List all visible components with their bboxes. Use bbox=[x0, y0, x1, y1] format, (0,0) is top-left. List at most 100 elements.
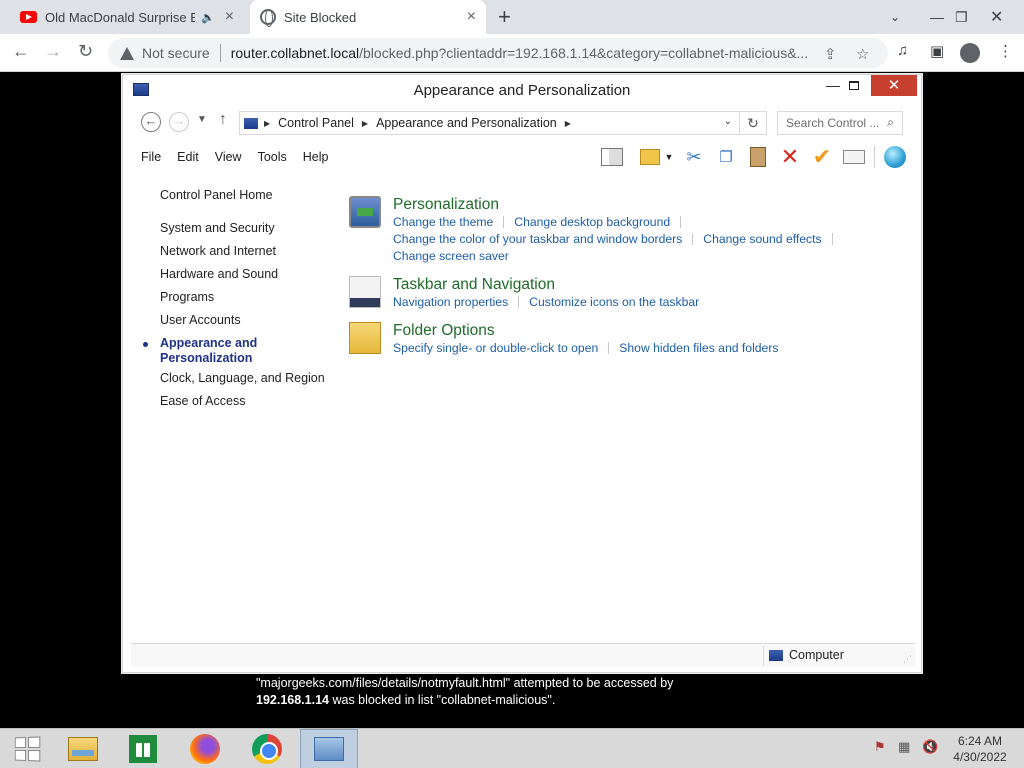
nav-hardware-sound[interactable]: Hardware and Sound bbox=[160, 267, 278, 281]
nav-appearance-personalization-line1[interactable]: Appearance and bbox=[160, 336, 257, 350]
profile-avatar-icon[interactable] bbox=[960, 43, 980, 63]
url-text[interactable]: router.collabnet.local/blocked.php?clien… bbox=[231, 45, 821, 61]
maximize-button[interactable] bbox=[849, 81, 859, 90]
nav-programs[interactable]: Programs bbox=[160, 290, 214, 304]
category-heading[interactable]: Taskbar and Navigation bbox=[393, 276, 555, 294]
control-panel-icon bbox=[244, 117, 258, 129]
firefox-icon bbox=[190, 734, 220, 764]
close-button[interactable]: ✕ bbox=[871, 75, 917, 96]
menu-edit[interactable]: Edit bbox=[177, 150, 199, 164]
search-input[interactable]: Search Control ... ⌕ bbox=[777, 111, 903, 135]
breadcrumb-appearance[interactable]: Appearance and Personalization bbox=[376, 116, 557, 130]
refresh-icon[interactable]: ↻ bbox=[739, 111, 767, 135]
close-tab-icon[interactable]: × bbox=[225, 8, 234, 26]
folder-options-tool-icon[interactable] bbox=[638, 146, 662, 168]
menu-tools[interactable]: Tools bbox=[258, 150, 287, 164]
link-change-desktop-background[interactable]: Change desktop background bbox=[514, 215, 670, 229]
paste-icon[interactable] bbox=[746, 146, 770, 168]
security-label[interactable]: Not secure bbox=[142, 45, 210, 61]
reload-icon[interactable]: ↻ bbox=[78, 41, 93, 62]
cut-icon[interactable]: ✂ bbox=[682, 146, 706, 168]
chevron-down-icon[interactable]: ⌄ bbox=[724, 116, 732, 127]
menu-kebab-icon[interactable]: ⋮ bbox=[998, 42, 1013, 60]
chevron-down-icon[interactable]: ▼ bbox=[664, 146, 674, 168]
chevron-right-icon[interactable]: ▶ bbox=[264, 119, 270, 128]
close-tab-icon[interactable]: × bbox=[467, 8, 476, 26]
system-clock[interactable]: 6:24 AM 4/30/2022 bbox=[948, 733, 1012, 765]
link-change-screen-saver[interactable]: Change screen saver bbox=[393, 249, 509, 263]
forward-arrow-icon[interactable]: → bbox=[44, 41, 62, 62]
link-show-hidden-files[interactable]: Show hidden files and folders bbox=[619, 341, 778, 355]
tab-youtube[interactable]: Old MacDonald Surprise Eggs 🔈 × bbox=[8, 0, 248, 34]
tab-site-blocked[interactable]: Site Blocked × bbox=[250, 0, 486, 34]
windows-taskbar: ⚑ ▦ 🔇 6:24 AM 4/30/2022 bbox=[0, 728, 1024, 768]
tab-search-icon[interactable]: ⌄ bbox=[890, 0, 900, 34]
category-heading[interactable]: Folder Options bbox=[393, 322, 495, 340]
clock-time: 6:24 AM bbox=[957, 734, 1003, 748]
search-icon[interactable]: ⌕ bbox=[887, 115, 894, 130]
chevron-right-icon[interactable]: ▶ bbox=[565, 119, 571, 128]
nav-system-security[interactable]: System and Security bbox=[160, 221, 275, 235]
minimize-icon[interactable]: — bbox=[930, 0, 944, 34]
taskbar-store[interactable] bbox=[116, 729, 170, 768]
checkmark-icon[interactable]: ✔ bbox=[810, 144, 834, 169]
menu-help[interactable]: Help bbox=[303, 150, 329, 164]
menu-bar: File Edit View Tools Help ▼ ✂ ❐ ✕ ✔ bbox=[131, 143, 915, 171]
preview-pane-icon[interactable] bbox=[600, 146, 624, 168]
minimize-button[interactable]: — bbox=[823, 77, 843, 93]
address-bar[interactable]: Not secure router.collabnet.local/blocke… bbox=[108, 38, 888, 68]
window-titlebar[interactable]: Appearance and Personalization — ✕ bbox=[123, 75, 921, 105]
new-tab-button[interactable]: + bbox=[498, 4, 511, 30]
link-customize-taskbar-icons[interactable]: Customize icons on the taskbar bbox=[529, 295, 699, 309]
up-arrow-icon[interactable]: ↑ bbox=[219, 111, 227, 129]
link-change-theme[interactable]: Change the theme bbox=[393, 215, 493, 229]
forward-icon[interactable]: → bbox=[169, 112, 189, 132]
menu-view[interactable]: View bbox=[215, 150, 242, 164]
restore-icon[interactable]: ❐ bbox=[955, 0, 968, 34]
nav-ease-of-access[interactable]: Ease of Access bbox=[160, 394, 245, 408]
taskbar-file-explorer[interactable] bbox=[56, 729, 110, 768]
category-heading[interactable]: Personalization bbox=[393, 196, 499, 214]
recent-locations-chevron-icon[interactable]: ▼ bbox=[197, 114, 207, 125]
folder-options-icon[interactable] bbox=[349, 322, 381, 354]
globe-icon[interactable] bbox=[883, 146, 907, 168]
back-icon[interactable]: ← bbox=[141, 112, 161, 132]
browser-toolbar: ← → ↻ Not secure router.collabnet.local/… bbox=[0, 34, 1024, 72]
delete-icon[interactable]: ✕ bbox=[778, 144, 802, 169]
link-change-taskbar-color[interactable]: Change the color of your taskbar and win… bbox=[393, 232, 682, 246]
nav-appearance-personalization-line2[interactable]: Personalization bbox=[160, 351, 252, 365]
taskbar-icon[interactable] bbox=[349, 276, 381, 308]
link-navigation-properties[interactable]: Navigation properties bbox=[393, 295, 508, 309]
link-change-sound-effects[interactable]: Change sound effects bbox=[703, 232, 821, 246]
menu-file[interactable]: File bbox=[141, 150, 161, 164]
share-icon[interactable]: ⇪ bbox=[824, 45, 837, 63]
network-icon[interactable]: ▦ bbox=[898, 739, 910, 755]
speaker-icon[interactable]: 🔈 bbox=[201, 11, 215, 24]
bookmark-star-icon[interactable]: ☆ bbox=[856, 45, 869, 63]
start-button[interactable] bbox=[0, 729, 54, 768]
side-panel-icon[interactable]: ▣ bbox=[930, 42, 944, 60]
taskbar-firefox[interactable] bbox=[178, 729, 232, 768]
back-arrow-icon[interactable]: ← bbox=[12, 41, 30, 62]
volume-muted-icon[interactable]: 🔇 bbox=[922, 739, 938, 755]
breadcrumb[interactable]: ▶ Control Panel ▶ Appearance and Persona… bbox=[239, 111, 767, 135]
taskbar-control-panel[interactable] bbox=[300, 729, 358, 768]
resize-grip-icon[interactable]: ⋰ bbox=[903, 654, 912, 665]
copy-icon[interactable]: ❐ bbox=[714, 146, 738, 168]
nav-user-accounts[interactable]: User Accounts bbox=[160, 313, 241, 327]
properties-icon[interactable] bbox=[842, 146, 866, 168]
content-area: Control Panel Home System and Security N… bbox=[131, 175, 915, 643]
status-divider bbox=[763, 646, 764, 666]
close-window-icon[interactable]: ✕ bbox=[990, 0, 1003, 34]
nav-control-panel-home[interactable]: Control Panel Home bbox=[160, 188, 273, 202]
breadcrumb-control-panel[interactable]: Control Panel bbox=[278, 116, 354, 130]
link-single-double-click[interactable]: Specify single- or double-click to open bbox=[393, 341, 598, 355]
nav-network-internet[interactable]: Network and Internet bbox=[160, 244, 276, 258]
chrome-icon bbox=[252, 734, 282, 764]
taskbar-chrome[interactable] bbox=[240, 729, 294, 768]
action-center-flag-icon[interactable]: ⚑ bbox=[874, 739, 886, 755]
nav-clock-language-region[interactable]: Clock, Language, and Region bbox=[160, 371, 325, 385]
personalization-icon[interactable] bbox=[349, 196, 381, 228]
chevron-right-icon[interactable]: ▶ bbox=[362, 119, 368, 128]
media-control-icon[interactable]: ♫ bbox=[897, 42, 908, 59]
